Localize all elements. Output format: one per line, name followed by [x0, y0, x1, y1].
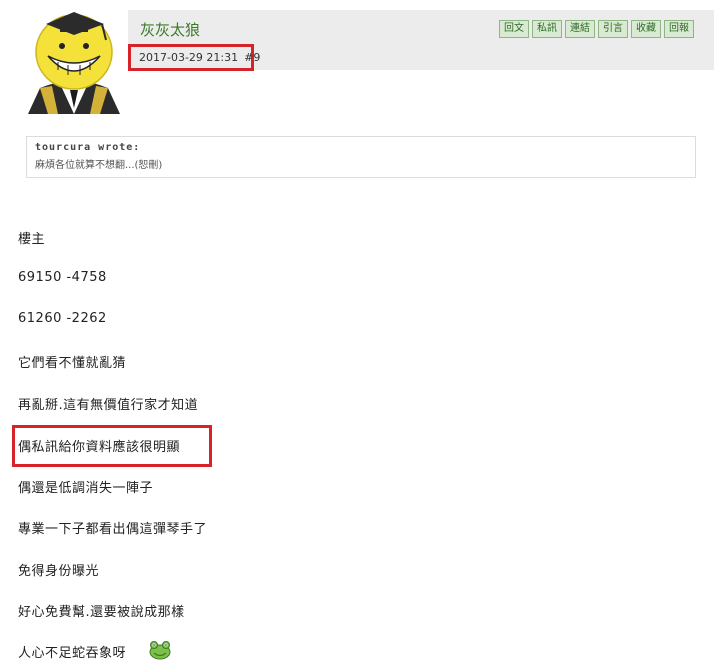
user-avatar[interactable]	[18, 4, 130, 114]
post-date: 2017-03-29 21:31	[139, 51, 239, 64]
body-line: 專業一下子都看出偶這彈琴手了	[18, 522, 208, 537]
post-meta-highlighted: 2017-03-29 21:31 #9	[128, 44, 260, 71]
quote-button[interactable]: 引言	[598, 20, 628, 38]
body-line: 69150 -4758	[18, 270, 107, 285]
body-line: 免得身份曝光	[18, 564, 100, 579]
body-line: 它們看不懂就亂猜	[18, 356, 127, 371]
favorite-button[interactable]: 收藏	[631, 20, 661, 38]
body-line: 再亂掰.這有無價值行家才知道	[18, 398, 199, 413]
post-actions: 回文 私訊 連結 引言 收藏 回報	[499, 20, 694, 38]
body-line: 偶還是低調消失一陣子	[18, 481, 154, 496]
body-line: 好心免費幫.還要被說成那樣	[18, 605, 185, 620]
body-line: 樓主	[18, 232, 46, 247]
reply-button[interactable]: 回文	[499, 20, 529, 38]
body-line-highlighted: 偶私訊給你資料應該很明顯	[18, 440, 181, 455]
quote-text: 麻煩各位就算不想翻...(恕刪)	[35, 160, 163, 171]
body-line: 人心不足蛇吞象呀	[18, 646, 127, 661]
quote-block: tourcura wrote: 麻煩各位就算不想翻...(恕刪)	[26, 136, 696, 178]
post-floor[interactable]: #9	[244, 51, 260, 64]
body-line: 61260 -2262	[18, 311, 107, 326]
quote-author: tourcura wrote:	[35, 142, 141, 153]
author-name[interactable]: 灰灰太狼	[140, 19, 200, 40]
report-button[interactable]: 回報	[664, 20, 694, 38]
link-button[interactable]: 連結	[565, 20, 595, 38]
private-message-button[interactable]: 私訊	[532, 20, 562, 38]
forum-post: 灰灰太狼 2017-03-29 21:31 #9 回文 私訊 連結 引言 收藏 回…	[0, 0, 720, 661]
frog-emoji-icon	[149, 641, 171, 660]
post-header: 灰灰太狼 2017-03-29 21:31 #9 回文 私訊 連結 引言 收藏 回…	[128, 10, 714, 71]
